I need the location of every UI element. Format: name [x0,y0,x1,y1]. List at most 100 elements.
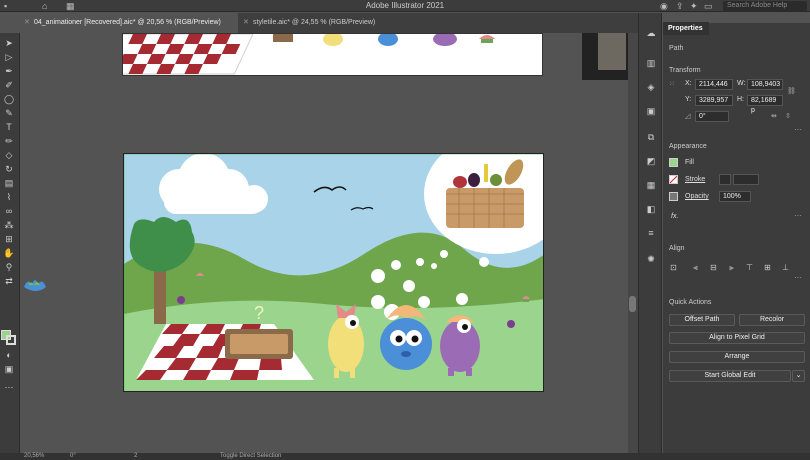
opacity-label[interactable]: Opacity [685,193,709,200]
properties-icon[interactable]: ▥ [645,57,657,69]
appearance-panel-icon[interactable]: ✺ [645,253,657,265]
transform-heading: Transform [669,67,701,74]
transform-panel-icon[interactable]: ⧉ [645,131,657,143]
tab-document-animationer[interactable]: ✕ 04_animationer [Recovered].aic* @ 20,5… [20,13,238,33]
stroke-color-swatch[interactable] [669,175,678,184]
picnic-illustration: ? [124,154,543,391]
artboard-tool-icon[interactable]: ⊞ [3,233,15,245]
align-middle-icon[interactable]: ⊞ [763,263,772,272]
libraries-icon[interactable]: ▣ [645,105,657,117]
user-icon[interactable]: ◉ [660,1,668,11]
stroke-panel-icon[interactable]: ≡ [645,227,657,239]
flip-vertical-icon[interactable]: ⇳ [785,112,791,120]
stroke-label[interactable]: Stroke [685,176,705,183]
x-label: X: [685,80,692,87]
stroke-weight-field[interactable] [733,174,759,185]
screen-mode-icon[interactable]: ▣ [3,363,15,375]
eyedropper-tool-icon[interactable]: ⌇ [3,191,15,203]
offset-path-button[interactable]: Offset Path [669,314,735,326]
fx-button[interactable]: fx. [671,213,678,220]
rotation-angle[interactable]: 0° [70,453,76,460]
align-to-icon[interactable]: ⊡ [669,263,678,272]
selection-tool-icon[interactable]: ➤ [3,37,15,49]
opacity-field[interactable]: 100% [719,191,751,202]
quick-actions-heading: Quick Actions [669,299,712,306]
w-field[interactable]: 108,9403 [747,79,783,90]
zoom-tool-icon[interactable]: ⚲ [3,261,15,273]
object-type-label: Path [669,45,684,52]
tab-label: 04_animationer [Recovered].aic* @ 20,56 … [34,19,221,26]
align-top-icon[interactable]: ⊤ [745,263,754,272]
fill-label[interactable]: Fill [685,159,694,166]
lightbulb-icon[interactable]: ✦ [690,1,698,11]
color-icon[interactable]: ◧ [645,203,657,215]
eraser-tool-icon[interactable]: ◇ [3,149,15,161]
align-right-icon[interactable]: ⫸ [727,263,736,272]
vertical-scrollbar[interactable] [628,33,638,453]
fill-color-swatch[interactable] [669,158,678,167]
direct-selection-tool-icon[interactable]: ▷ [3,51,15,63]
close-icon[interactable]: ✕ [24,13,30,33]
pencil-tool-icon[interactable]: ✏ [3,135,15,147]
h-field[interactable]: 82,1689 p [747,95,783,114]
reference-point-icon[interactable]: ⁙ [669,80,675,88]
draw-mode-icon[interactable]: ◐ [3,349,15,361]
align-left-icon[interactable]: ⫷ [691,263,700,272]
status-bar: 20,56% 0° 2 Toggle Direct Selection [0,453,810,460]
opacity-icon [669,192,678,201]
align-bottom-icon[interactable]: ⊥ [781,263,790,272]
tools-panel: ➤ ▷ ✒ ✐ ◯ ✎ T ✏ ◇ ↻ ▤ ⌇ ∞ ⁂ ⊞ ✋ ⚲ ⇄ ◐ ▣ … [0,33,20,453]
recolor-button[interactable]: Recolor [739,314,805,326]
gradient-tool-icon[interactable]: ▤ [3,177,15,189]
rotate-tool-icon[interactable]: ↻ [3,163,15,175]
illustrator-window: ▪ ⌂ ▦ Adobe Illustrator 2021 ◉ ⇪ ✦ ▭ Sea… [0,0,810,460]
ellipse-tool-icon[interactable]: ◯ [3,93,15,105]
more-options-icon[interactable]: ··· [794,125,802,134]
help-search-input[interactable]: Search Adobe Help [723,1,807,11]
x-field[interactable]: 2114,446 [695,79,733,90]
align-to-pixel-grid-button[interactable]: Align to Pixel Grid [669,332,805,344]
pen-tool-icon[interactable]: ✒ [3,65,15,77]
cc-libraries-icon[interactable]: ☁ [645,27,657,39]
flip-horizontal-icon[interactable]: ⇹ [771,112,777,120]
properties-panel: Properties Path Transform ⁙ X: 2114,446 … [663,22,810,453]
artboard-picnic[interactable]: ? [123,153,544,392]
close-icon[interactable]: ✕ [243,13,249,33]
layers-icon[interactable]: ◈ [645,81,657,93]
share-icon[interactable]: ⇪ [676,1,684,11]
constrain-proportions-icon[interactable]: ⛓ [787,87,796,95]
document-tabs: ✕ 04_animationer [Recovered].aic* @ 20,5… [20,13,638,33]
fill-stroke-swap-icon[interactable]: ⇄ [3,275,15,287]
tab-document-styletile[interactable]: ✕ styletile.aic* @ 24,55 % (RGB/Preview) [239,13,419,33]
stroke-weight-stepper[interactable] [719,174,731,185]
zoom-level[interactable]: 20,56% [24,453,44,460]
rotate-angle-field[interactable]: 0° [695,111,729,122]
app-title: Adobe Illustrator 2021 [365,1,445,10]
pathfinder-icon[interactable]: ◩ [645,155,657,167]
more-options-icon[interactable]: ··· [794,273,802,282]
blend-tool-icon[interactable]: ∞ [3,205,15,217]
type-tool-icon[interactable]: T [3,121,15,133]
tab-properties[interactable]: Properties [663,22,709,35]
artboard-number[interactable]: 2 [134,453,137,460]
previous-artboard-art [103,33,495,75]
more-tools-icon[interactable]: ⋯ [3,381,15,393]
y-field[interactable]: 3289,957 [695,95,733,106]
more-options-icon[interactable]: ··· [794,211,802,220]
workspace-icon[interactable]: ▭ [704,1,713,11]
chevron-down-icon[interactable]: ⌄ [792,370,805,382]
swatches-icon[interactable]: ▦ [645,179,657,191]
paintbrush-tool-icon[interactable]: ✎ [3,107,15,119]
scroll-thumb[interactable] [629,296,636,312]
start-global-edit-button[interactable]: Start Global Edit [669,370,791,382]
canvas[interactable]: ? [20,33,628,453]
w-label: W: [737,80,746,87]
curvature-tool-icon[interactable]: ✐ [3,79,15,91]
symbol-sprayer-tool-icon[interactable]: ⁂ [3,219,15,231]
stroke-swatch[interactable] [6,335,16,345]
hand-tool-icon[interactable]: ✋ [3,247,15,259]
arrange-button[interactable]: Arrange [669,351,805,363]
align-center-icon[interactable]: ⊟ [709,263,718,272]
align-heading: Align [669,245,685,252]
current-tool-status[interactable]: Toggle Direct Selection [220,453,281,460]
